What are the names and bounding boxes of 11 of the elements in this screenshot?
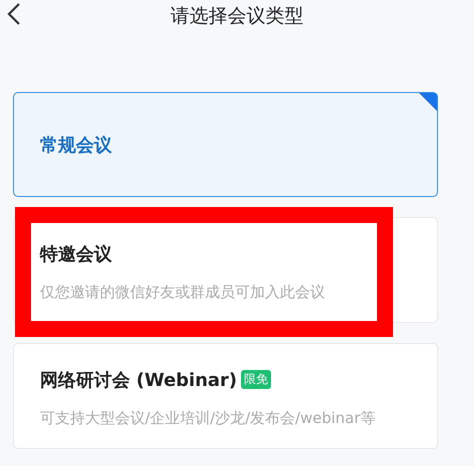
selected-corner-icon — [419, 93, 437, 111]
meeting-type-description: 可支持大型会议/企业培训/沙龙/发布会/webinar等 — [40, 408, 376, 429]
meeting-type-description: 仅您邀请的微信好友或群成员可加入此会议 — [40, 282, 326, 303]
meeting-type-title: 常规会议 — [40, 134, 112, 156]
meeting-type-title: 网络研讨会 (Webinar) — [40, 368, 238, 392]
meeting-type-title: 特邀会议 — [40, 243, 112, 266]
free-badge: 限免 — [241, 370, 272, 390]
page-title: 请选择会议类型 — [170, 4, 304, 29]
meeting-type-card[interactable]: 常规会议 — [13, 92, 438, 197]
back-icon[interactable] — [6, 2, 22, 26]
meeting-type-card[interactable]: 网络研讨会 (Webinar) 限免 可支持大型会议/企业培训/沙龙/发布会/webinar等 — [13, 342, 438, 448]
